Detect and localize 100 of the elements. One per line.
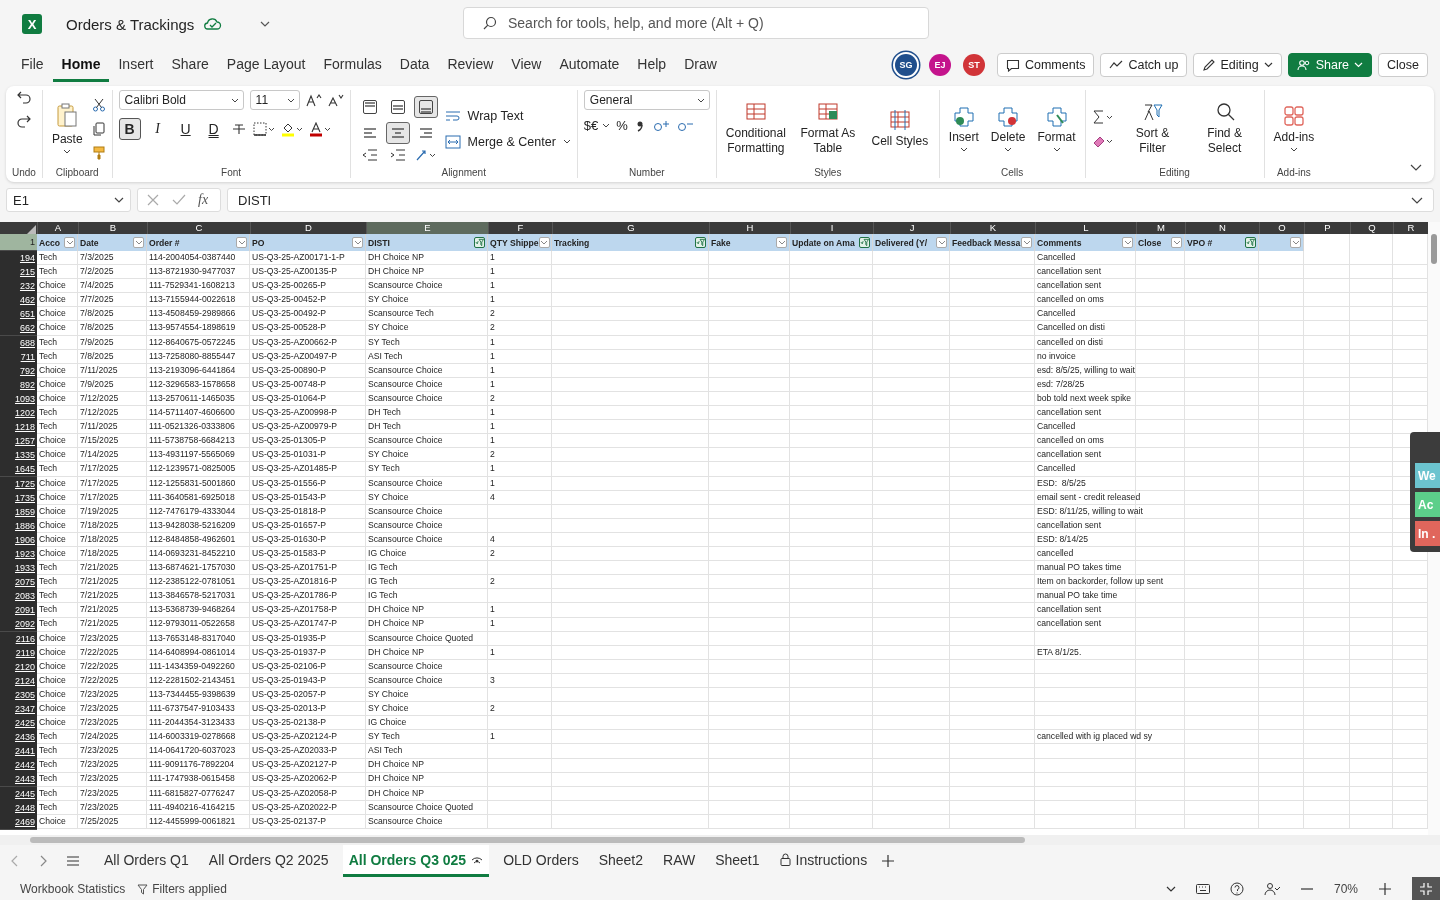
chevron-down-icon[interactable]: [260, 21, 271, 27]
filter-button[interactable]: [776, 237, 787, 248]
filter-button[interactable]: [538, 237, 550, 248]
format-cells-button[interactable]: Format: [1034, 103, 1079, 154]
menu-tab[interactable]: Share: [162, 48, 218, 82]
insert-function-button[interactable]: fx: [198, 192, 209, 208]
keyboard-icon[interactable]: [1195, 884, 1210, 894]
find-select-button[interactable]: Find & Select: [1191, 99, 1258, 158]
decrease-indent-icon[interactable]: [361, 147, 378, 162]
menu-tab[interactable]: Review: [438, 48, 503, 82]
copy-icon[interactable]: [91, 121, 106, 136]
sheet-tab[interactable]: Sheet1: [709, 845, 766, 877]
percent-button[interactable]: %: [616, 118, 628, 133]
filter-button[interactable]: [859, 237, 870, 248]
filter-button[interactable]: [936, 237, 947, 248]
action-button[interactable]: Comments: [996, 53, 1095, 77]
italic-button[interactable]: I: [146, 118, 169, 140]
double-underline-button[interactable]: D: [202, 118, 225, 140]
row-header[interactable]: 1: [0, 234, 37, 251]
row-header[interactable]: 662: [0, 321, 37, 337]
fit-screen-button[interactable]: [1412, 877, 1440, 900]
add-ins-button[interactable]: Add-ins: [1270, 103, 1318, 154]
user-avatar[interactable]: SG: [894, 54, 917, 76]
cancel-icon[interactable]: [146, 193, 160, 207]
previous-sheet-icon[interactable]: [10, 855, 20, 867]
merge-center-button[interactable]: Merge & Center: [444, 134, 571, 149]
number-format-dropdown[interactable]: General: [583, 90, 710, 110]
formula-field[interactable]: DISTI: [227, 188, 1434, 212]
filter-button[interactable]: [133, 237, 144, 248]
menu-tab[interactable]: Insert: [109, 48, 163, 82]
filter-button[interactable]: [1021, 237, 1032, 248]
filter-button[interactable]: [1171, 237, 1182, 248]
menu-tab[interactable]: Draw: [675, 48, 726, 82]
borders-icon[interactable]: [252, 122, 275, 136]
sheet-tab[interactable]: Instructions: [773, 845, 874, 877]
menu-tab[interactable]: Help: [628, 48, 676, 82]
underline-button[interactable]: U: [174, 118, 197, 140]
paste-button[interactable]: Paste: [48, 101, 86, 156]
font-name-dropdown[interactable]: Calibri Bold: [118, 90, 244, 110]
sheet-tab[interactable]: Sheet2: [592, 845, 649, 877]
filter-button[interactable]: [695, 237, 706, 248]
excel-logo-icon[interactable]: X: [22, 14, 42, 34]
font-size-dropdown[interactable]: 11: [249, 90, 300, 110]
sheet-tab[interactable]: All Orders Q2 2025: [202, 845, 335, 877]
filter-button[interactable]: [474, 237, 485, 248]
menu-tab[interactable]: Formulas: [314, 48, 391, 82]
scissors-icon[interactable]: [91, 97, 106, 112]
insert-cells-button[interactable]: Insert: [945, 103, 982, 154]
redo-icon[interactable]: [15, 114, 32, 128]
action-button[interactable]: Close: [1378, 53, 1428, 77]
filter-button[interactable]: [352, 237, 363, 248]
menu-icon[interactable]: [66, 855, 80, 867]
menu-tab[interactable]: View: [502, 48, 551, 82]
sheet-tab[interactable]: OLD Orders: [497, 845, 585, 877]
action-button[interactable]: Catch up: [1100, 53, 1188, 77]
add-sheet-icon[interactable]: [881, 854, 896, 868]
row-header[interactable]: 1645: [0, 462, 37, 478]
row-header[interactable]: 2443: [0, 772, 37, 788]
sheet-tab[interactable]: All Orders Q1: [98, 845, 195, 877]
menu-tab[interactable]: Page Layout: [217, 48, 315, 82]
menu-tab[interactable]: File: [12, 48, 53, 82]
menu-tab[interactable]: Automate: [550, 48, 629, 82]
action-button[interactable]: Share: [1287, 53, 1373, 77]
zoom-level[interactable]: 70%: [1333, 882, 1358, 896]
user-avatar[interactable]: ST: [962, 54, 985, 76]
undo-icon[interactable]: [15, 90, 32, 104]
align-bottom-button[interactable]: [413, 95, 438, 118]
filter-button[interactable]: [1122, 237, 1133, 248]
sum-icon[interactable]: [1091, 109, 1114, 124]
orientation-icon[interactable]: [414, 147, 437, 162]
menu-tab[interactable]: Home: [52, 48, 110, 82]
increase-indent-icon[interactable]: [389, 147, 406, 162]
align-center-button[interactable]: [385, 121, 410, 144]
scrollbar-thumb[interactable]: [30, 837, 1025, 843]
delete-cells-button[interactable]: Delete: [987, 103, 1029, 154]
bold-button[interactable]: B: [118, 118, 141, 140]
file-name[interactable]: Orders & Trackings: [66, 15, 195, 33]
filter-button[interactable]: [64, 237, 75, 248]
filter-button[interactable]: [1245, 237, 1256, 248]
conditional-formatting-button[interactable]: Conditional Formatting: [722, 99, 789, 158]
row-header[interactable]: 2092: [0, 617, 37, 633]
sort-filter-button[interactable]: Sort & Filter: [1119, 99, 1186, 158]
chevron-down-icon[interactable]: [1165, 886, 1176, 892]
shrink-font-icon[interactable]: [327, 93, 344, 107]
name-box[interactable]: E1: [6, 188, 131, 212]
search-field[interactable]: Search for tools, help, and more (Alt + Q): [463, 7, 929, 39]
help-icon[interactable]: [1229, 882, 1244, 896]
action-button[interactable]: Editing: [1193, 53, 1282, 77]
chevron-down-icon[interactable]: [1410, 164, 1422, 172]
filter-button[interactable]: [236, 237, 247, 248]
next-sheet-icon[interactable]: [38, 855, 48, 867]
strikethrough-icon[interactable]: [230, 122, 247, 136]
currency-button[interactable]: $€: [583, 118, 611, 133]
format-painter-icon[interactable]: [91, 145, 106, 160]
increase-decimal-icon[interactable]: [651, 118, 670, 133]
people-icon[interactable]: [1263, 882, 1280, 896]
fill-color-icon[interactable]: [280, 121, 303, 137]
sheet-tab[interactable]: All Orders Q3 025: [342, 845, 490, 877]
grow-font-icon[interactable]: [305, 93, 322, 107]
zoom-in-icon[interactable]: [1378, 882, 1392, 896]
